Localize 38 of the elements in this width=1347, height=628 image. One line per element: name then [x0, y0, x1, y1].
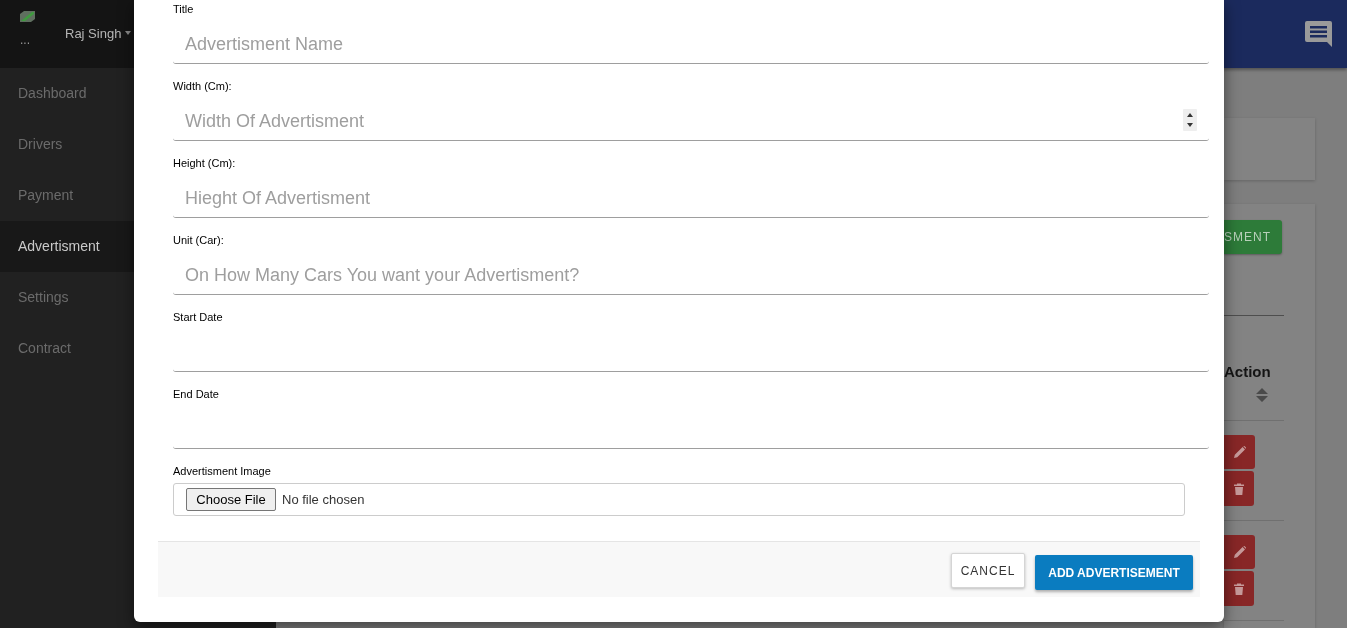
edit-button[interactable] — [1224, 435, 1255, 469]
submit-button[interactable]: ADD ADVERTISEMENT — [1035, 555, 1193, 590]
broken-image-icon — [20, 11, 35, 22]
logo-alt-text: ... — [20, 34, 30, 46]
sidebar-item[interactable]: Contract — [0, 323, 134, 374]
field-label: Unit (Car): — [173, 233, 225, 248]
choose-file-button[interactable]: Choose File — [186, 488, 276, 511]
sort-icon[interactable] — [1256, 388, 1268, 402]
action-button[interactable]: SMENT — [1224, 220, 1282, 254]
stepper-icon[interactable] — [1183, 108, 1197, 131]
field-label: Title — [173, 2, 195, 17]
delete-button[interactable] — [1224, 471, 1254, 506]
input-field[interactable]: Hieght Of Advertisment — [173, 175, 1209, 218]
pencil-icon — [1233, 546, 1246, 558]
sidebar-item[interactable]: Payment — [0, 170, 134, 221]
trash-icon — [1234, 482, 1244, 495]
trash-icon — [1234, 582, 1244, 595]
cancel-button[interactable]: CANCEL — [951, 553, 1025, 588]
file-input-field[interactable]: Choose File No file chosen — [173, 483, 1185, 516]
field-label: End Date — [173, 387, 220, 402]
field-label: Height (Cm): — [173, 156, 237, 171]
caret-icon — [125, 31, 132, 35]
field-label: Start Date — [173, 310, 224, 325]
file-status-text: No file chosen — [282, 492, 365, 507]
input-field[interactable]: On How Many Cars You want your Advertisment? — [173, 252, 1209, 295]
edit-button[interactable] — [1224, 535, 1255, 569]
sidebar-item[interactable]: Advertisment — [0, 221, 134, 272]
pencil-icon — [1233, 446, 1246, 458]
sidebar-item[interactable]: Settings — [0, 272, 134, 323]
chat-icon[interactable] — [1305, 21, 1332, 47]
sidebar-item[interactable]: Dashboard — [0, 68, 134, 119]
column-header: Action — [1224, 363, 1271, 381]
field-label: Advertisment Image — [173, 464, 272, 479]
sidebar-item[interactable]: Drivers — [0, 119, 134, 170]
field-label: Width (Cm): — [173, 79, 233, 94]
input-field[interactable]: Advertisment Name — [173, 21, 1209, 64]
delete-button[interactable] — [1224, 571, 1254, 606]
user-menu-button[interactable]: Raj Singh — [65, 24, 132, 42]
